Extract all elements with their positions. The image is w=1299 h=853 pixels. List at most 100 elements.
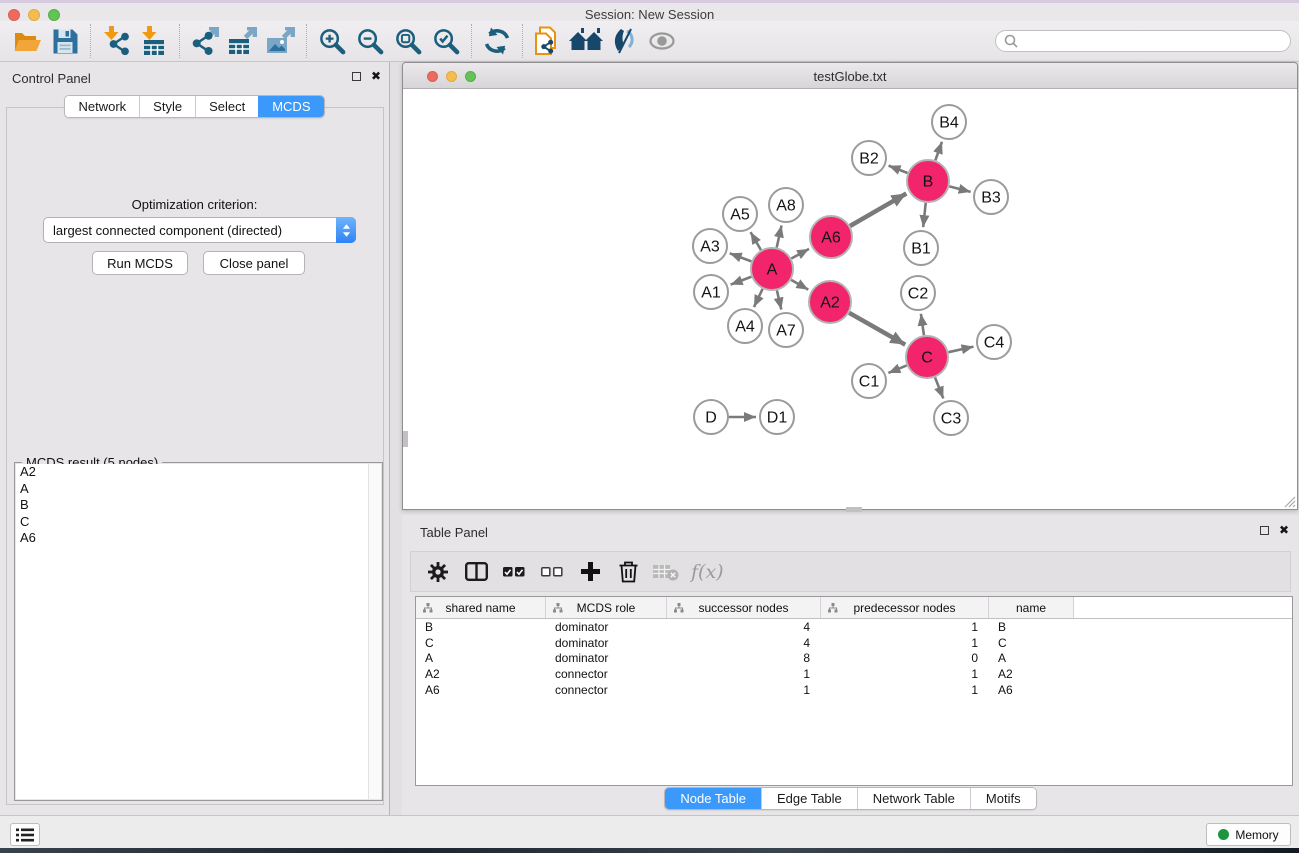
table-cell[interactable]: B xyxy=(989,620,1074,634)
zoom-in-button[interactable] xyxy=(313,23,351,59)
close-panel-icon[interactable]: ✖ xyxy=(1279,525,1289,536)
graph-edge-A-A1[interactable] xyxy=(731,277,752,285)
table-cell[interactable]: A6 xyxy=(989,683,1074,697)
graph-edge-A-A4[interactable] xyxy=(754,289,763,307)
table-cell[interactable]: 1 xyxy=(667,667,821,681)
optimization-criterion-select[interactable]: largest connected component (directed) xyxy=(43,217,356,243)
graph-edge-C-C2[interactable] xyxy=(921,314,924,335)
export-table-button[interactable] xyxy=(224,23,262,59)
column-header-mcds-role[interactable]: MCDS role xyxy=(546,597,667,618)
graph-edge-A6-B[interactable] xyxy=(850,193,906,226)
zoom-out-button[interactable] xyxy=(351,23,389,59)
graph-edge-A-A7[interactable] xyxy=(777,290,781,309)
run-mcds-button[interactable]: Run MCDS xyxy=(92,251,188,275)
tab-network-table[interactable]: Network Table xyxy=(857,788,970,809)
tab-style[interactable]: Style xyxy=(139,96,195,117)
table-cell[interactable]: A6 xyxy=(416,683,546,697)
graph-edge-C-C4[interactable] xyxy=(948,347,973,353)
table-cell[interactable]: 1 xyxy=(821,620,989,634)
save-session-button[interactable] xyxy=(46,23,84,59)
table-cell[interactable]: 4 xyxy=(667,636,821,650)
network-graph[interactable]: AA1A2A3A4A5A6A7A8BB1B2B3B4CC1C2C3C4DD1 xyxy=(403,89,1297,509)
float-panel-icon[interactable] xyxy=(1260,526,1269,535)
tab-select[interactable]: Select xyxy=(195,96,258,117)
table-row[interactable]: A6connector11A6 xyxy=(416,682,1292,698)
import-network-button[interactable] xyxy=(97,23,135,59)
open-session-file-button[interactable] xyxy=(529,23,567,59)
graph-edge-A-A5[interactable] xyxy=(751,232,761,250)
table-cell[interactable]: A2 xyxy=(416,667,546,681)
table-cell[interactable]: 1 xyxy=(821,683,989,697)
search-field[interactable] xyxy=(995,30,1291,52)
table-cell[interactable]: dominator xyxy=(546,636,667,650)
table-cell[interactable]: 1 xyxy=(821,667,989,681)
table-row[interactable]: Bdominator41B xyxy=(416,619,1292,635)
add-column-button[interactable] xyxy=(573,554,607,590)
table-cell[interactable]: 1 xyxy=(667,683,821,697)
float-panel-icon[interactable] xyxy=(352,72,361,81)
open-session-button[interactable] xyxy=(8,23,46,59)
show-hide-button[interactable] xyxy=(643,23,681,59)
zoom-selected-button[interactable] xyxy=(427,23,465,59)
horizontal-scroll-mark[interactable] xyxy=(846,507,862,512)
graph-edge-B-B4[interactable] xyxy=(935,142,942,160)
graph-edge-A-A3[interactable] xyxy=(730,253,752,261)
graph-edge-A2-C[interactable] xyxy=(849,313,905,345)
mcds-result-item[interactable]: B xyxy=(16,497,381,514)
table-cell[interactable]: C xyxy=(416,636,546,650)
tab-node-table[interactable]: Node Table xyxy=(665,788,761,809)
table-cell[interactable]: connector xyxy=(546,667,667,681)
annotation-button[interactable] xyxy=(605,23,643,59)
task-history-button[interactable] xyxy=(10,823,40,846)
mcds-result-item[interactable]: C xyxy=(16,514,381,531)
split-view-button[interactable] xyxy=(459,554,493,590)
graph-edge-B-B1[interactable] xyxy=(923,203,926,227)
mcds-result-item[interactable]: A2 xyxy=(16,464,381,481)
table-row[interactable]: Cdominator41C xyxy=(416,635,1292,651)
network-window-titlebar[interactable]: testGlobe.txt xyxy=(403,63,1297,89)
table-cell[interactable]: A xyxy=(989,651,1074,665)
tab-motifs[interactable]: Motifs xyxy=(970,788,1036,809)
column-header-predecessor-nodes[interactable]: predecessor nodes xyxy=(821,597,989,618)
tab-edge-table[interactable]: Edge Table xyxy=(761,788,857,809)
column-header-successor-nodes[interactable]: successor nodes xyxy=(667,597,821,618)
close-panel-button[interactable]: Close panel xyxy=(203,251,305,275)
resize-grip-icon[interactable] xyxy=(1282,494,1296,508)
tab-mcds[interactable]: MCDS xyxy=(258,96,323,117)
graph-edge-A-A6[interactable] xyxy=(791,249,809,259)
mcds-result-item[interactable]: A xyxy=(16,481,381,498)
close-panel-icon[interactable]: ✖ xyxy=(371,71,381,82)
memory-button[interactable]: Memory xyxy=(1206,823,1291,846)
mcds-result-item[interactable]: A6 xyxy=(16,530,381,547)
table-cell[interactable]: 8 xyxy=(667,651,821,665)
table-cell[interactable]: 4 xyxy=(667,620,821,634)
vertical-scroll-mark[interactable] xyxy=(403,431,408,447)
import-table-button[interactable] xyxy=(135,23,173,59)
scrollbar-track[interactable] xyxy=(368,464,381,799)
export-network-button[interactable] xyxy=(186,23,224,59)
column-header-name[interactable]: name xyxy=(989,597,1074,618)
table-row[interactable]: A2connector11A2 xyxy=(416,666,1292,682)
search-input[interactable] xyxy=(1023,34,1282,48)
table-cell[interactable]: dominator xyxy=(546,651,667,665)
export-image-button[interactable] xyxy=(262,23,300,59)
network-canvas[interactable]: AA1A2A3A4A5A6A7A8BB1B2B3B4CC1C2C3C4DD1 xyxy=(403,89,1297,509)
delete-column-button[interactable] xyxy=(611,554,645,590)
graph-edge-A-A8[interactable] xyxy=(777,226,782,248)
table-cell[interactable]: B xyxy=(416,620,546,634)
column-header-shared-name[interactable]: shared name xyxy=(416,597,546,618)
graph-edge-B-B2[interactable] xyxy=(889,166,908,173)
table-settings-button[interactable] xyxy=(421,554,455,590)
table-cell[interactable]: 0 xyxy=(821,651,989,665)
refresh-button[interactable] xyxy=(478,23,516,59)
table-cell[interactable]: connector xyxy=(546,683,667,697)
zoom-fit-button[interactable] xyxy=(389,23,427,59)
home-button[interactable] xyxy=(567,23,605,59)
select-all-columns-button[interactable] xyxy=(497,554,531,590)
table-cell[interactable]: 1 xyxy=(821,636,989,650)
graph-edge-C-C1[interactable] xyxy=(888,365,906,373)
graph-edge-A-A2[interactable] xyxy=(791,280,808,290)
table-cell[interactable]: A2 xyxy=(989,667,1074,681)
deselect-all-columns-button[interactable] xyxy=(535,554,569,590)
graph-edge-B-B3[interactable] xyxy=(949,186,970,191)
